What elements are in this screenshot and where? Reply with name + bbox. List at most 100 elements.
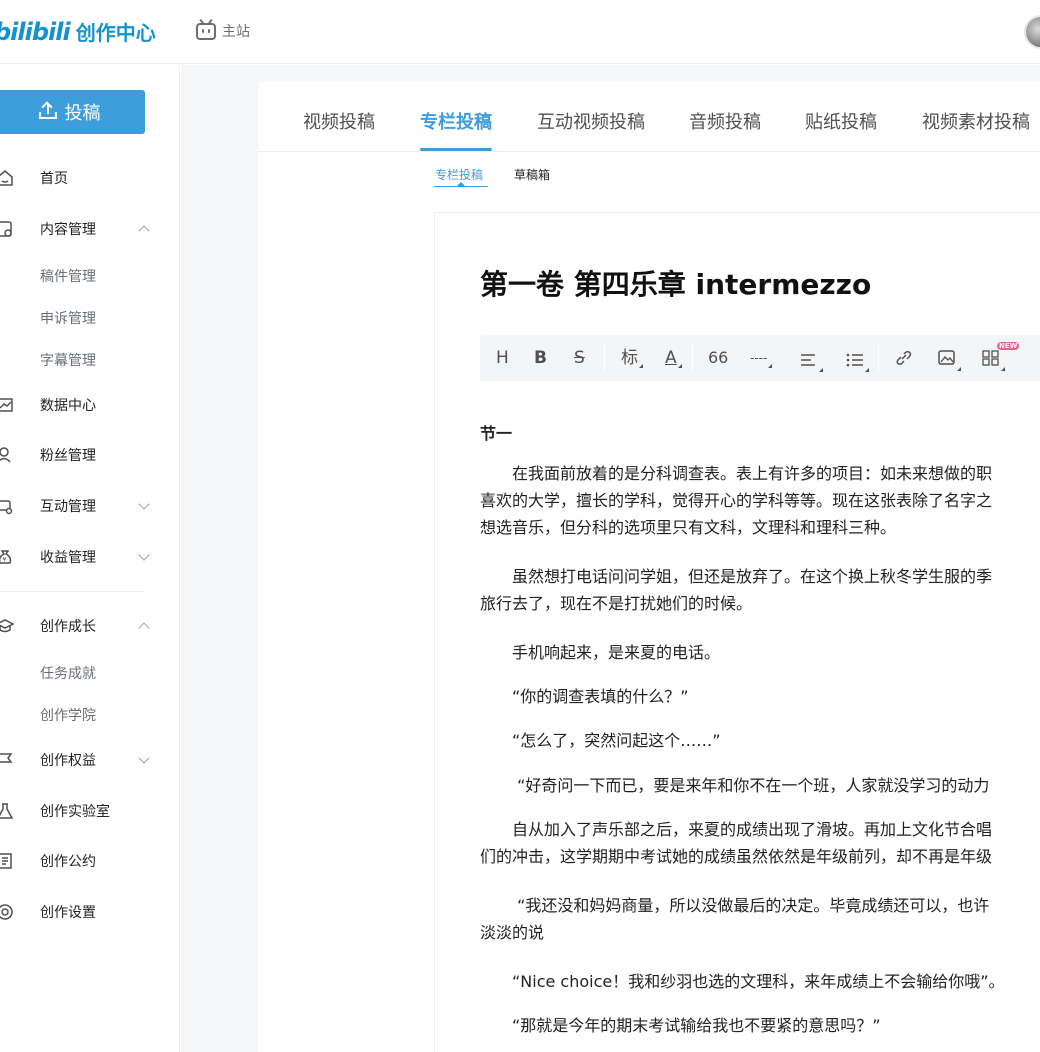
toolbar-separator: [692, 343, 693, 373]
paragraph-line: 旅行去了，现在不是打扰她们的时候。: [480, 594, 753, 613]
dropdown-triangle-icon: [819, 368, 823, 372]
fans-icon: [0, 447, 11, 463]
paragraph-line: 喜欢的大学，擅长的学科，觉得开心的学科等等。现在这张表除了名字之: [480, 491, 993, 510]
subtab-caret-icon: [457, 182, 465, 186]
sidebar-subitem-achievements[interactable]: 任务成就: [40, 663, 96, 683]
sidebar-item-content[interactable]: 内容管理: [0, 214, 170, 244]
more-blocks-button[interactable]: [982, 350, 1005, 372]
settings-icon: [0, 904, 13, 920]
sidebar-item-data[interactable]: 数据中心: [0, 390, 170, 420]
sidebar-item-growth[interactable]: 创作成长: [0, 611, 170, 641]
tab-video[interactable]: 视频投稿: [303, 108, 375, 134]
growth-icon: [0, 619, 14, 633]
sidebar-item-label: 内容管理: [40, 222, 96, 238]
chevron-down-icon: [138, 549, 150, 561]
font-color-button[interactable]: A: [665, 347, 682, 369]
sidebar-item-settings[interactable]: 创作设置: [0, 897, 170, 927]
sidebar-divider: [0, 591, 145, 592]
tab-video-material[interactable]: 视频素材投稿: [922, 108, 1030, 134]
strikethrough-button[interactable]: S: [574, 347, 585, 369]
divider-button[interactable]: ----: [750, 347, 773, 369]
paragraph-line: 自从加入了声乐部之后，来夏的成绩出现了滑坡。再加上文化节合唱: [480, 820, 993, 839]
dropdown-triangle-icon: [865, 368, 869, 372]
link-icon: [896, 350, 912, 365]
list-button[interactable]: [846, 351, 869, 373]
editor-toolbar: H B S 标 A 66 ---- NEW: [480, 335, 1040, 381]
toolbar-separator: [878, 343, 879, 373]
sidebar-item-home[interactable]: 首页: [0, 163, 170, 193]
paragraph-line: 手机响起来，是来夏的电话。: [480, 643, 721, 662]
avatar[interactable]: [1024, 15, 1040, 49]
sidebar-item-income[interactable]: ¥ 收益管理: [0, 542, 170, 572]
main-area: 视频投稿 专栏投稿 互动视频投稿 音频投稿 贴纸投稿 视频素材投稿 专栏投稿 草…: [181, 65, 1040, 1052]
sidebar-item-convention[interactable]: 创作公约: [0, 846, 170, 876]
upload-label: 投稿: [64, 103, 101, 124]
lab-icon: [0, 803, 14, 819]
divider-label: ----: [750, 351, 768, 365]
sidebar-item-label: 创作实验室: [40, 804, 110, 820]
tab-sticker[interactable]: 贴纸投稿: [805, 108, 877, 134]
svg-text:¥: ¥: [3, 557, 7, 564]
interact-icon: [0, 500, 13, 515]
quote-button[interactable]: 66: [708, 347, 728, 369]
sidebar-item-label: 数据中心: [40, 398, 96, 414]
paragraph-line: “我还没和妈妈商量，所以没做最后的决定。毕竟成绩还可以，也许: [480, 896, 990, 915]
section-heading: 节一: [480, 424, 513, 443]
upload-button[interactable]: 投稿: [0, 90, 145, 134]
sidebar-subitem-appeals[interactable]: 申诉管理: [40, 308, 96, 328]
article-title-input[interactable]: 第一卷 第四乐章 intermezzo: [480, 263, 871, 303]
paragraph-line: 想选音乐，但分科的选项里只有文科，文理科和理科三种。: [480, 518, 897, 537]
sidebar-item-interact[interactable]: 互动管理: [0, 491, 170, 521]
paragraph-line: “你的调查表填的什么？”: [480, 687, 689, 706]
subtab-drafts[interactable]: 草稿箱: [514, 166, 550, 183]
document-icon: [0, 853, 12, 869]
chevron-down-icon: [138, 752, 150, 764]
sidebar-item-rights[interactable]: 创作权益: [0, 745, 170, 775]
heading-button[interactable]: H: [496, 347, 509, 369]
sidebar-subitem-academy[interactable]: 创作学院: [40, 705, 96, 725]
upload-icon: [38, 103, 57, 119]
upload-panel: 视频投稿 专栏投稿 互动视频投稿 音频投稿 贴纸投稿 视频素材投稿 专栏投稿 草…: [258, 82, 1040, 1052]
paragraph-line: “好奇问一下而已，要是来年和你不在一个班，人家就没学习的动力: [480, 776, 990, 795]
bold-button[interactable]: B: [534, 347, 547, 369]
sidebar-item-label: 互动管理: [40, 499, 96, 515]
sidebar-item-label: 创作权益: [40, 753, 96, 769]
sidebar-item-label: 创作设置: [40, 905, 96, 921]
mark-button[interactable]: 标: [621, 347, 643, 369]
sidebar-subitem-subtitles[interactable]: 字幕管理: [40, 350, 96, 370]
sidebar-item-label: 收益管理: [40, 550, 96, 566]
tab-audio[interactable]: 音频投稿: [689, 108, 761, 134]
logo-mark: bilibili: [0, 17, 71, 46]
tab-article[interactable]: 专栏投稿: [420, 108, 492, 134]
paragraph-line: 淡淡的说: [480, 923, 545, 942]
sidebar-subitem-manuscripts[interactable]: 稿件管理: [40, 266, 96, 286]
toolbar-separator: [604, 343, 605, 373]
align-left-icon: [801, 354, 815, 366]
align-button[interactable]: [800, 351, 823, 373]
image-button[interactable]: [938, 350, 961, 372]
chevron-up-icon: [138, 622, 150, 634]
chevron-up-icon: [138, 225, 150, 237]
link-button[interactable]: [895, 350, 913, 372]
sidebar: 投稿 首页 内容管理 稿件管理 申诉管理 字幕管理 数据中心 粉丝管理 互动管理…: [0, 65, 180, 1052]
main-site-label: 主站: [222, 24, 250, 40]
dropdown-triangle-icon: [957, 367, 961, 371]
upload-type-tabs: 视频投稿 专栏投稿 互动视频投稿 音频投稿 贴纸投稿 视频素材投稿: [258, 82, 1040, 152]
flag-icon: [0, 753, 13, 763]
tab-interactive-video[interactable]: 互动视频投稿: [537, 108, 645, 134]
bilibili-logo[interactable]: bilibili 创作中心: [0, 17, 156, 46]
logo-text: 创作中心: [75, 21, 156, 45]
paragraph-line: 虽然想打电话问问学姐，但还是放弃了。在这个换上秋冬学生服的季: [480, 567, 993, 586]
sidebar-item-label: 创作公约: [40, 854, 96, 870]
dropdown-triangle-icon: [1001, 367, 1005, 371]
dropdown-triangle-icon: [768, 364, 773, 368]
chevron-down-icon: [138, 498, 150, 510]
sidebar-item-label: 粉丝管理: [40, 448, 96, 464]
main-site-link[interactable]: 主站: [196, 18, 250, 41]
tv-icon: [196, 18, 216, 40]
sidebar-item-lab[interactable]: 创作实验室: [0, 796, 170, 826]
active-tab-indicator: [420, 148, 492, 151]
subtab-article[interactable]: 专栏投稿: [435, 166, 483, 183]
dropdown-triangle-icon: [639, 364, 643, 368]
sidebar-item-fans[interactable]: 粉丝管理: [0, 440, 170, 470]
